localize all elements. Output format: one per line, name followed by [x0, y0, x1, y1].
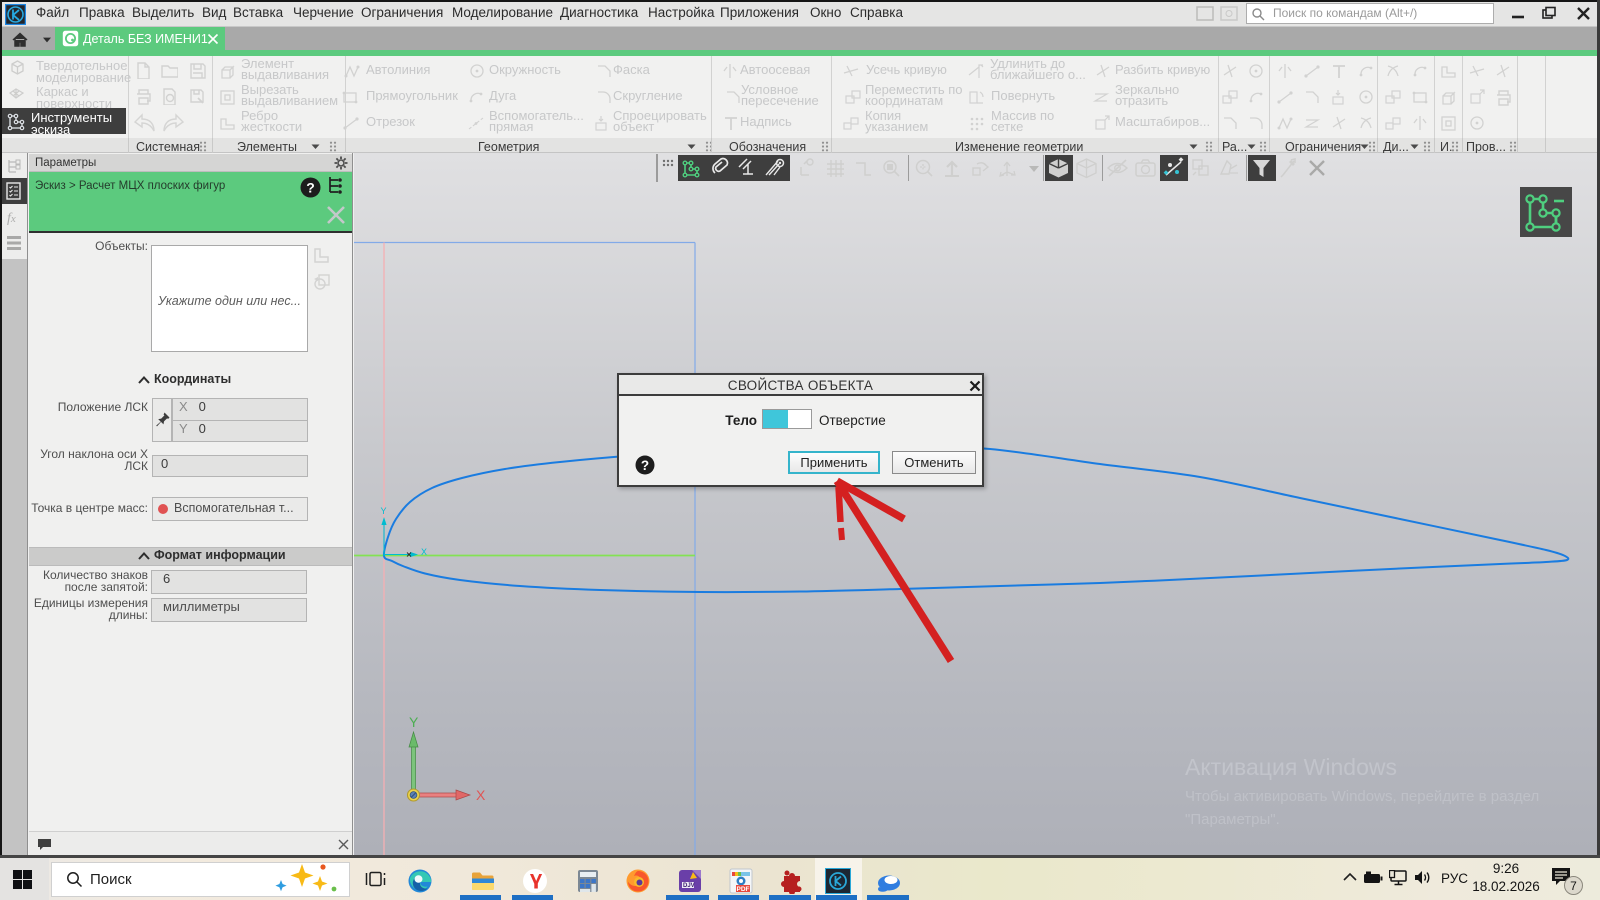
svg-text:X: X: [476, 787, 486, 803]
svg-text:?: ?: [306, 180, 315, 196]
svg-text:DJV: DJV: [683, 883, 695, 889]
svg-text:PDF: PDF: [737, 886, 750, 893]
svg-text:Y: Y: [381, 506, 387, 516]
svg-text:Y: Y: [409, 714, 419, 730]
svg-text:?: ?: [641, 458, 649, 473]
svg-text:X: X: [421, 547, 427, 557]
